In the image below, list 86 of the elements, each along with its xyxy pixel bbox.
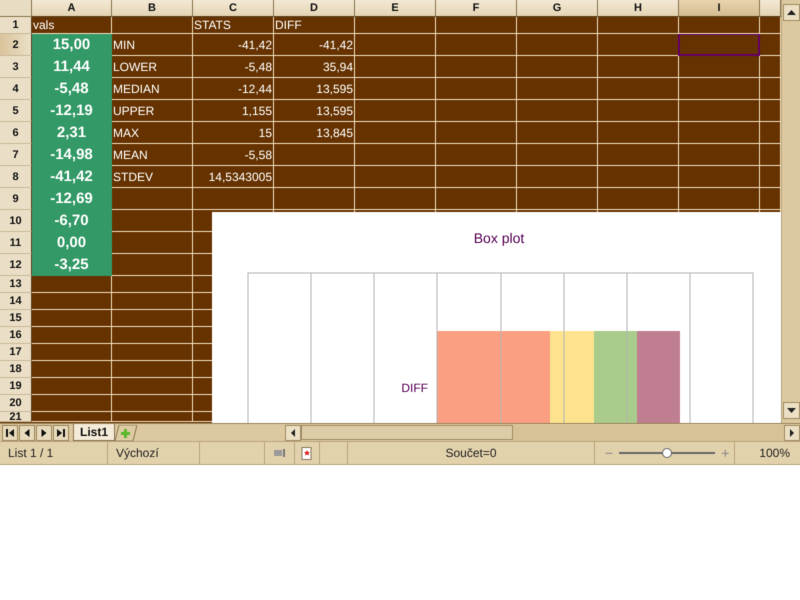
last-sheet-icon[interactable] (53, 424, 69, 440)
table-cell: 13,595 (274, 78, 355, 100)
sheet-tab[interactable]: List1 (73, 424, 116, 441)
row-header[interactable]: 18 (0, 361, 32, 378)
row-header[interactable]: 12 (0, 254, 32, 276)
table-cell: LOWER (112, 56, 193, 78)
scroll-down-icon[interactable] (782, 402, 800, 419)
table-cell: -41,42 (193, 34, 274, 56)
corner-cell[interactable] (0, 0, 32, 17)
scroll-left-icon[interactable] (285, 424, 301, 440)
row-header[interactable]: 20 (0, 395, 32, 412)
column-header[interactable]: B (112, 0, 193, 17)
row-header[interactable]: 5 (0, 100, 32, 122)
table-cell: STDEV (112, 166, 193, 188)
table-cell: 15 (193, 122, 274, 144)
axis-label: DIFF (401, 381, 428, 395)
table-cell: 0,00 (32, 232, 112, 254)
next-sheet-icon[interactable] (36, 424, 52, 440)
row-header[interactable]: 14 (0, 293, 32, 310)
column-header[interactable]: D (274, 0, 355, 17)
column-header[interactable]: A (32, 0, 112, 17)
first-sheet-icon[interactable] (2, 424, 18, 440)
column-header[interactable]: G (517, 0, 598, 17)
row-header[interactable]: 11 (0, 232, 32, 254)
zoom-thumb[interactable] (662, 448, 672, 458)
table-cell: MIN (112, 34, 193, 56)
table-cell: 14,5343005 (193, 166, 274, 188)
table-cell: 13,845 (274, 122, 355, 144)
table-cell: -14,98 (32, 144, 112, 166)
table-cell: -12,69 (32, 188, 112, 210)
table-cell: -6,70 (32, 210, 112, 232)
document-modified-icon (301, 446, 313, 460)
sheet-indicator: List 1 / 1 (8, 446, 54, 460)
row-header[interactable]: 3 (0, 56, 32, 78)
table-cell: STATS (193, 17, 274, 34)
row-header[interactable]: 19 (0, 378, 32, 395)
table-cell: -41,42 (274, 34, 355, 56)
column-header[interactable]: H (598, 0, 679, 17)
row-header[interactable]: 6 (0, 122, 32, 144)
table-cell: -12,44 (193, 78, 274, 100)
selection-mode-icon[interactable] (272, 448, 286, 458)
row-header[interactable]: 15 (0, 310, 32, 327)
row-header[interactable]: 16 (0, 327, 32, 344)
row-header[interactable]: 9 (0, 188, 32, 210)
table-cell: MEAN (112, 144, 193, 166)
table-cell: 2,31 (32, 122, 112, 144)
scroll-thumb[interactable] (301, 425, 513, 440)
table-cell: 15,00 (32, 34, 112, 56)
row-header[interactable]: 13 (0, 276, 32, 293)
table-cell: -41,42 (32, 166, 112, 188)
table-cell: 11,44 (32, 56, 112, 78)
chart-title: Box plot (474, 230, 524, 246)
table-cell: DIFF (274, 17, 355, 34)
table-cell: -5,48 (193, 56, 274, 78)
sum-display: Součet=0 (445, 446, 497, 460)
table-cell: -3,25 (32, 254, 112, 276)
row-header[interactable]: 1 (0, 17, 32, 34)
column-header[interactable]: C (193, 0, 274, 17)
table-cell: MAX (112, 122, 193, 144)
vertical-scrollbar[interactable] (781, 0, 800, 423)
horizontal-scrollbar[interactable] (285, 424, 800, 440)
column-header[interactable]: I (679, 0, 760, 17)
table-cell: -5,48 (32, 78, 112, 100)
table-cell: 1,155 (193, 100, 274, 122)
row-header[interactable]: 2 (0, 34, 32, 56)
row-header[interactable]: 7 (0, 144, 32, 166)
row-header[interactable]: 10 (0, 210, 32, 232)
table-cell: UPPER (112, 100, 193, 122)
zoom-percent: 100% (759, 446, 790, 460)
scroll-right-icon[interactable] (784, 424, 800, 440)
row-header[interactable]: 17 (0, 344, 32, 361)
row-header[interactable]: 8 (0, 166, 32, 188)
column-header[interactable]: E (355, 0, 436, 17)
page-style: Výchozí (116, 446, 159, 460)
column-header[interactable] (760, 0, 781, 17)
add-sheet-icon[interactable] (115, 424, 138, 440)
table-cell: -5,58 (193, 144, 274, 166)
row-header[interactable]: 21 (0, 412, 32, 422)
table-cell: -12,19 (32, 100, 112, 122)
column-header[interactable]: F (436, 0, 517, 17)
previous-sheet-icon[interactable] (19, 424, 35, 440)
table-cell: 13,595 (274, 100, 355, 122)
table-cell: MEDIAN (112, 78, 193, 100)
table-cell: 35,94 (274, 56, 355, 78)
row-header[interactable]: 4 (0, 78, 32, 100)
scroll-up-icon[interactable] (782, 4, 800, 21)
